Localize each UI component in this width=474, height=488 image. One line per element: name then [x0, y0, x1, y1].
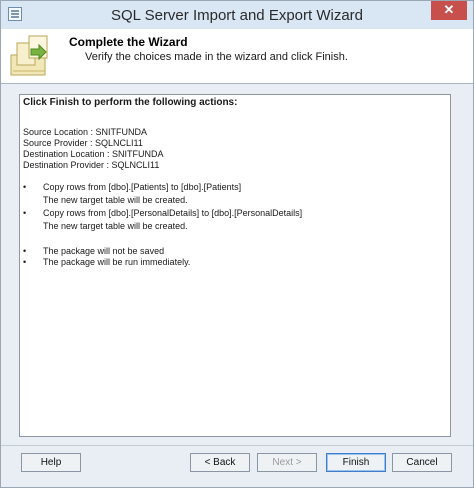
list-item: • Copy rows from [dbo].[Patients] to [dbo… [23, 182, 241, 193]
bullet: • [23, 182, 27, 192]
window-title: SQL Server Import and Export Wizard [110, 7, 364, 24]
bullet: • [23, 208, 27, 218]
bullet: • [23, 246, 27, 256]
source-provider: Source Provider : SQLNCLI11 [23, 138, 143, 148]
action-text: Copy rows from [dbo].[PersonalDetails] t… [43, 208, 303, 218]
summary-heading: Click Finish to perform the following ac… [23, 97, 238, 108]
wizard-header: Complete the Wizard Verify the choices m… [1, 29, 473, 84]
source-location: Source Location : SNITFUNDA [23, 127, 148, 137]
bullet: • [23, 257, 27, 267]
action-note: The new target table will be created. [43, 221, 188, 231]
title-bar[interactable]: SQL Server Import and Export Wizard ✕ [1, 1, 473, 29]
list-item: • The package will not be saved [23, 246, 164, 257]
page-title: Complete the Wizard [69, 35, 188, 49]
action-note: The new target table will be created. [43, 195, 188, 205]
package-run-text: The package will be run immediately. [43, 257, 191, 267]
close-button[interactable]: ✕ [431, 1, 467, 20]
package-save-text: The package will not be saved [43, 246, 165, 256]
wizard-window: SQL Server Import and Export Wizard ✕ Co… [0, 0, 474, 488]
finish-button[interactable]: Finish [326, 453, 386, 472]
page-subtitle: Verify the choices made in the wizard an… [85, 51, 348, 63]
next-button[interactable]: Next > [257, 453, 317, 472]
cancel-button[interactable]: Cancel [392, 453, 452, 472]
destination-provider: Destination Provider : SQLNCLI11 [23, 160, 160, 170]
back-button[interactable]: < Back [190, 453, 250, 472]
destination-location: Destination Location : SNITFUNDA [23, 149, 164, 159]
list-item: • The package will be run immediately. [23, 257, 190, 268]
list-item: • Copy rows from [dbo].[PersonalDetails] … [23, 208, 302, 219]
footer-divider [1, 445, 473, 446]
action-text: Copy rows from [dbo].[Patients] to [dbo]… [43, 182, 242, 192]
summary-panel[interactable]: Click Finish to perform the following ac… [19, 94, 451, 437]
help-button[interactable]: Help [21, 453, 81, 472]
wizard-graphic-icon [10, 35, 48, 76]
